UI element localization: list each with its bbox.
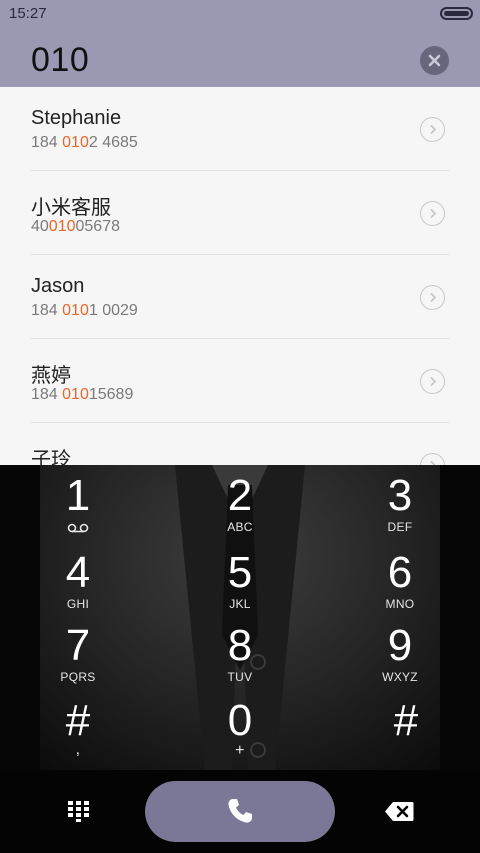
clear-button[interactable] [420, 46, 449, 75]
status-time: 15:27 [9, 5, 47, 22]
key-7[interactable]: 7 PQRS [23, 622, 133, 696]
contact-row-yanting[interactable]: 燕婷 184 01015689 [0, 339, 480, 423]
contact-name: Stephanie [31, 107, 122, 129]
contact-number: 4001005678 [31, 218, 120, 235]
dialpad: 1 2 ABC 3 DEF 4 GHI 5 JKL 6 MNO 7 PQRS 8… [0, 465, 480, 770]
contact-name: 子玲 [31, 449, 71, 465]
contact-detail-button[interactable] [420, 201, 445, 226]
contact-name: 小米客服 [31, 197, 111, 219]
dialpad-toggle-button[interactable] [66, 800, 92, 822]
backspace-icon [385, 802, 414, 821]
key-8[interactable]: 8 TUV [185, 622, 295, 696]
contact-number: 184 01015689 [31, 386, 134, 403]
contact-number: 184 0101 0029 [31, 302, 138, 319]
backspace-button[interactable] [384, 801, 414, 822]
number-match-highlight: 010 [62, 386, 89, 403]
number-match-highlight: 010 [48, 218, 76, 235]
key-2[interactable]: 2 ABC [185, 472, 295, 546]
contact-name: 燕婷 [31, 365, 71, 387]
key-0[interactable]: 0 + [185, 697, 295, 770]
chevron-right-icon [430, 208, 437, 219]
contact-detail-button[interactable] [420, 285, 445, 310]
contact-row-ziling[interactable]: 子玲 [0, 423, 480, 465]
contact-row-jason[interactable]: Jason 184 0101 0029 [0, 255, 480, 339]
battery-icon [440, 7, 473, 20]
key-1[interactable]: 1 [23, 472, 133, 546]
phone-icon [228, 799, 252, 823]
contact-detail-button[interactable] [420, 117, 445, 142]
key-6[interactable]: 6 MNO [345, 549, 455, 623]
voicemail-icon [67, 523, 89, 533]
key-3[interactable]: 3 DEF [345, 472, 455, 546]
dialer-bottom-bar [0, 770, 480, 853]
contact-results-list: Stephanie 184 0102 4685 小米客服 4001005678 … [0, 87, 480, 465]
key-pound-right[interactable]: # [351, 697, 461, 770]
contact-name: Jason [31, 275, 85, 297]
dialed-number-input[interactable]: 010 [31, 41, 89, 80]
key-5[interactable]: 5 JKL [185, 549, 295, 623]
number-match-highlight: 010 [62, 134, 89, 151]
call-button[interactable] [145, 781, 335, 842]
key-9[interactable]: 9 WXYZ [345, 622, 455, 696]
dialpad-icon [68, 801, 89, 822]
search-header: 15:27 010 [0, 0, 480, 87]
contact-row-xiaomi-service[interactable]: 小米客服 4001005678 [0, 171, 480, 255]
key-pound-left[interactable]: # , [23, 697, 133, 770]
chevron-right-icon [430, 292, 437, 303]
close-icon [428, 54, 441, 67]
contact-row-stephanie[interactable]: Stephanie 184 0102 4685 [0, 87, 480, 171]
contact-detail-button[interactable] [420, 453, 445, 465]
key-4[interactable]: 4 GHI [23, 549, 133, 623]
chevron-right-icon [430, 376, 437, 387]
contact-number: 184 0102 4685 [31, 134, 138, 151]
contact-detail-button[interactable] [420, 369, 445, 394]
chevron-right-icon [430, 124, 437, 135]
number-match-highlight: 010 [62, 302, 89, 319]
